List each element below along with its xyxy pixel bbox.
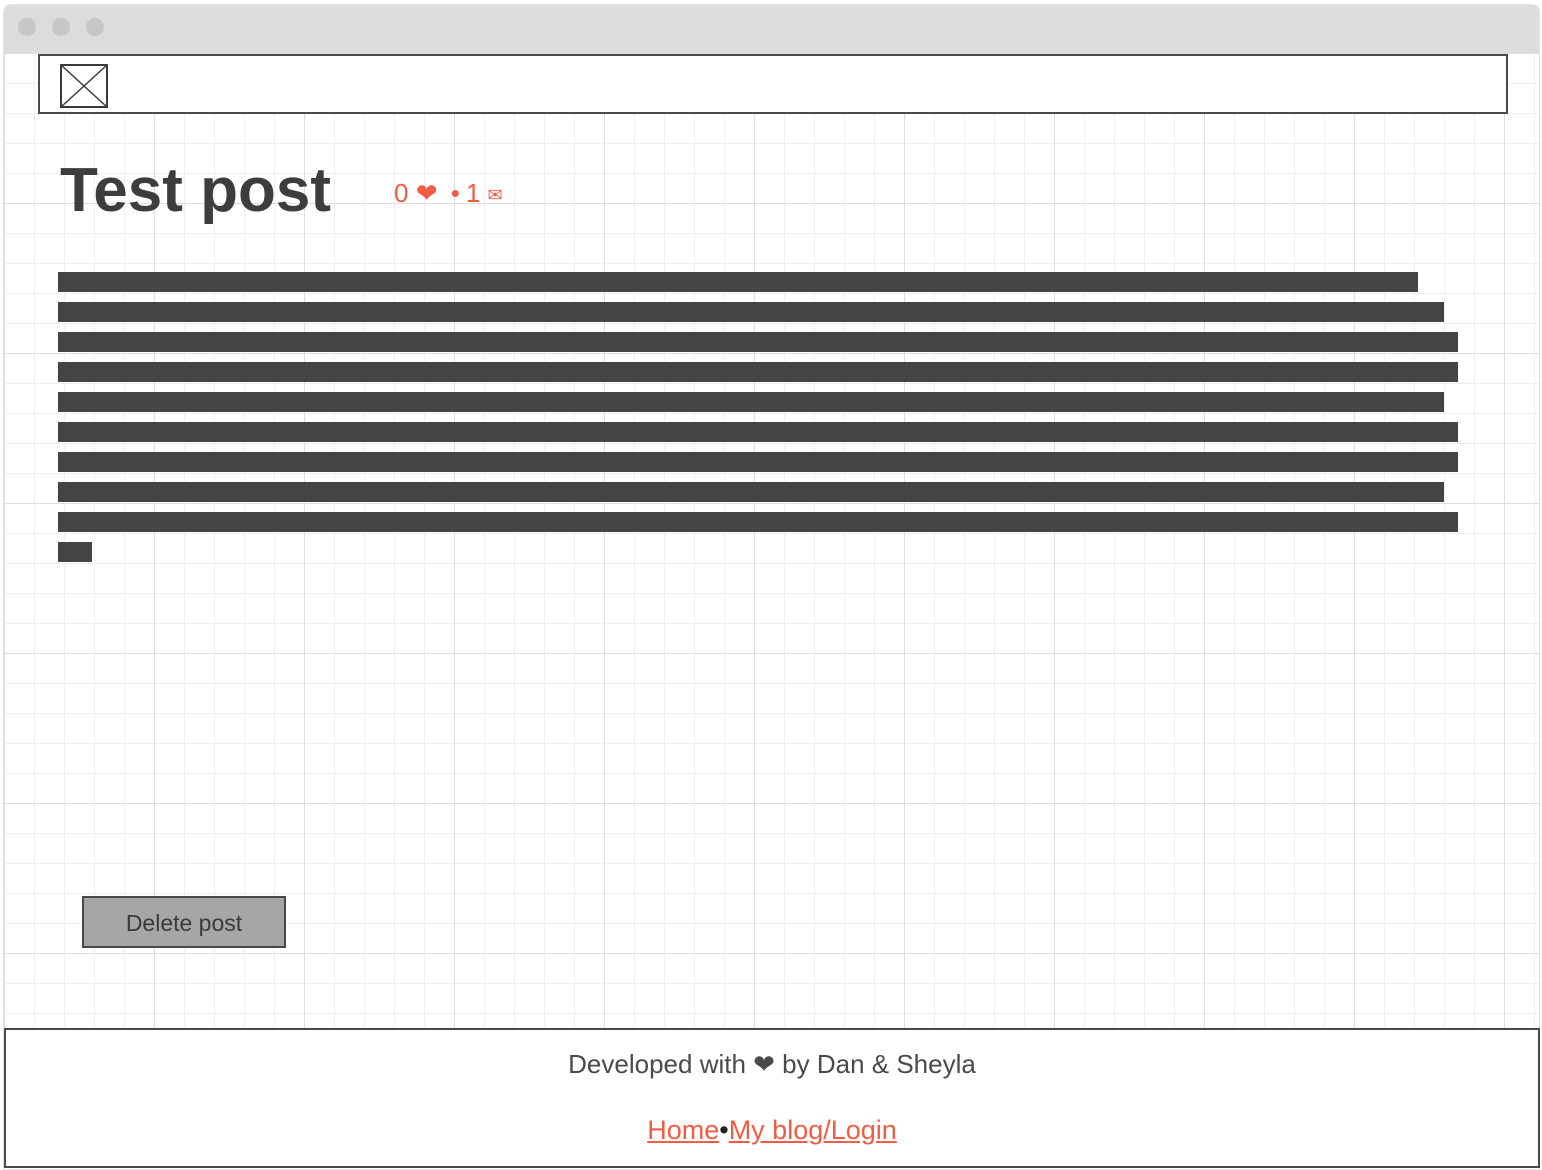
comments-count: 1 <box>465 178 481 208</box>
footer-credit: Developed with ❤ by Dan & Sheyla <box>568 1049 976 1079</box>
text-placeholder-line <box>58 482 1444 502</box>
footer-link-separator: • <box>719 1115 729 1145</box>
text-placeholder-line <box>58 542 92 562</box>
post-stats: 0 ❤ • 1 ✉ <box>394 178 503 210</box>
stats-separator: • <box>450 178 460 208</box>
text-placeholder-line <box>58 392 1444 412</box>
text-placeholder-line <box>58 362 1458 382</box>
window-minimize-dot[interactable] <box>52 18 70 36</box>
window-maximize-dot[interactable] <box>86 18 104 36</box>
text-placeholder-line <box>58 452 1458 472</box>
text-placeholder-line <box>58 512 1458 532</box>
likes-count: 0 <box>394 178 409 208</box>
window-close-dot[interactable] <box>18 18 36 36</box>
envelope-icon[interactable]: ✉ <box>488 185 503 205</box>
window-titlebar <box>4 5 1539 53</box>
footer-link-my-blog-login[interactable]: My blog/Login <box>729 1115 897 1145</box>
post-title: Test post <box>60 156 331 225</box>
site-footer: Developed with ❤ by Dan & Sheyla Home•My… <box>4 1028 1540 1168</box>
footer-link-home[interactable]: Home <box>647 1115 719 1145</box>
footer-nav: Home•My blog/Login <box>6 1114 1538 1146</box>
text-placeholder-line <box>58 272 1418 292</box>
text-placeholder-line <box>58 302 1444 322</box>
heart-icon[interactable]: ❤ <box>416 178 438 208</box>
delete-post-button[interactable]: Delete post <box>82 896 286 948</box>
text-placeholder-line <box>58 422 1458 442</box>
text-placeholder-line <box>58 332 1458 352</box>
image-placeholder-icon[interactable] <box>60 64 108 108</box>
site-header <box>38 54 1508 114</box>
